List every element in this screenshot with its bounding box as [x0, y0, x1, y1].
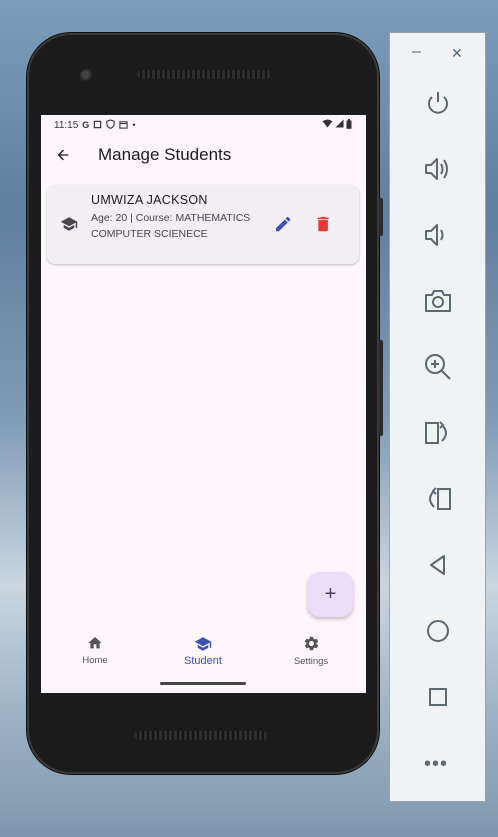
rotate-right-button[interactable] — [418, 479, 458, 519]
volume-up-button[interactable] — [418, 149, 458, 189]
app-bar: Manage Students — [41, 135, 366, 175]
student-name: UMWIZA JACKSON — [91, 193, 208, 207]
delete-button[interactable] — [311, 212, 335, 236]
triangle-back-icon — [430, 555, 445, 575]
status-dot: • — [132, 119, 136, 130]
front-camera — [80, 69, 94, 83]
trash-icon — [317, 216, 329, 232]
nav-home-button[interactable] — [418, 611, 458, 651]
minimize-button[interactable]: – — [412, 43, 421, 61]
add-student-button[interactable]: + — [308, 572, 353, 617]
nav-item-home[interactable]: Home — [55, 635, 135, 666]
school-icon — [194, 637, 212, 651]
top-speaker — [137, 70, 271, 79]
volume-down-button[interactable] — [418, 215, 458, 255]
nav-label-settings: Settings — [293, 656, 329, 667]
more-options-button[interactable]: ••• — [424, 753, 448, 776]
student-details: Age: 20 | Course: MATHEMATICS COMPUTER S… — [91, 212, 251, 240]
phone-power-button — [379, 198, 383, 236]
circle-home-icon — [427, 620, 449, 642]
pencil-icon — [275, 216, 291, 232]
camera-icon — [425, 290, 451, 312]
nav-item-settings[interactable]: Settings — [271, 635, 351, 667]
gesture-bar[interactable] — [160, 682, 246, 685]
device-screen: 11:15 G • Manage Students UMWIZA JACKSON… — [41, 115, 366, 693]
school-icon — [60, 215, 78, 233]
signal-icon — [335, 119, 344, 131]
status-bar: 11:15 G • — [41, 115, 366, 135]
phone-volume-button — [379, 340, 383, 436]
power-icon — [428, 92, 448, 114]
notification-icon — [93, 120, 102, 131]
bottom-speaker — [134, 731, 268, 740]
nav-label-student: Student — [184, 655, 222, 667]
zoom-button[interactable] — [418, 347, 458, 387]
volume-down-icon — [425, 224, 444, 246]
rotate-right-icon — [429, 487, 451, 510]
student-card[interactable]: UMWIZA JACKSON Age: 20 | Course: MATHEMA… — [47, 185, 359, 264]
nav-item-student[interactable]: Student — [163, 635, 243, 667]
zoom-in-icon — [425, 354, 451, 380]
emulator-toolbar: – ✕ ••• — [389, 32, 486, 802]
rotate-left-button[interactable] — [418, 413, 458, 453]
page-title: Manage Students — [98, 145, 232, 164]
nav-back-button[interactable] — [418, 545, 458, 585]
bottom-navigation: Home Student Settings — [41, 623, 366, 693]
volume-up-icon — [425, 158, 448, 180]
wifi-icon — [322, 119, 333, 131]
square-overview-icon — [429, 688, 447, 706]
shield-icon — [106, 119, 115, 131]
nav-overview-button[interactable] — [418, 677, 458, 717]
status-time: 11:15 — [54, 119, 79, 131]
gear-icon — [304, 636, 318, 651]
battery-icon — [346, 118, 352, 132]
close-button[interactable]: ✕ — [451, 45, 463, 62]
nav-label-home: Home — [82, 655, 108, 666]
power-button[interactable] — [418, 83, 458, 123]
back-button[interactable] — [41, 135, 85, 175]
google-icon: G — [82, 119, 90, 130]
rotate-left-icon — [425, 421, 447, 444]
home-icon — [88, 637, 102, 649]
calendar-icon — [119, 120, 128, 131]
screenshot-button[interactable] — [418, 281, 458, 321]
edit-button[interactable] — [271, 212, 295, 236]
arrow-back-icon — [57, 149, 69, 161]
